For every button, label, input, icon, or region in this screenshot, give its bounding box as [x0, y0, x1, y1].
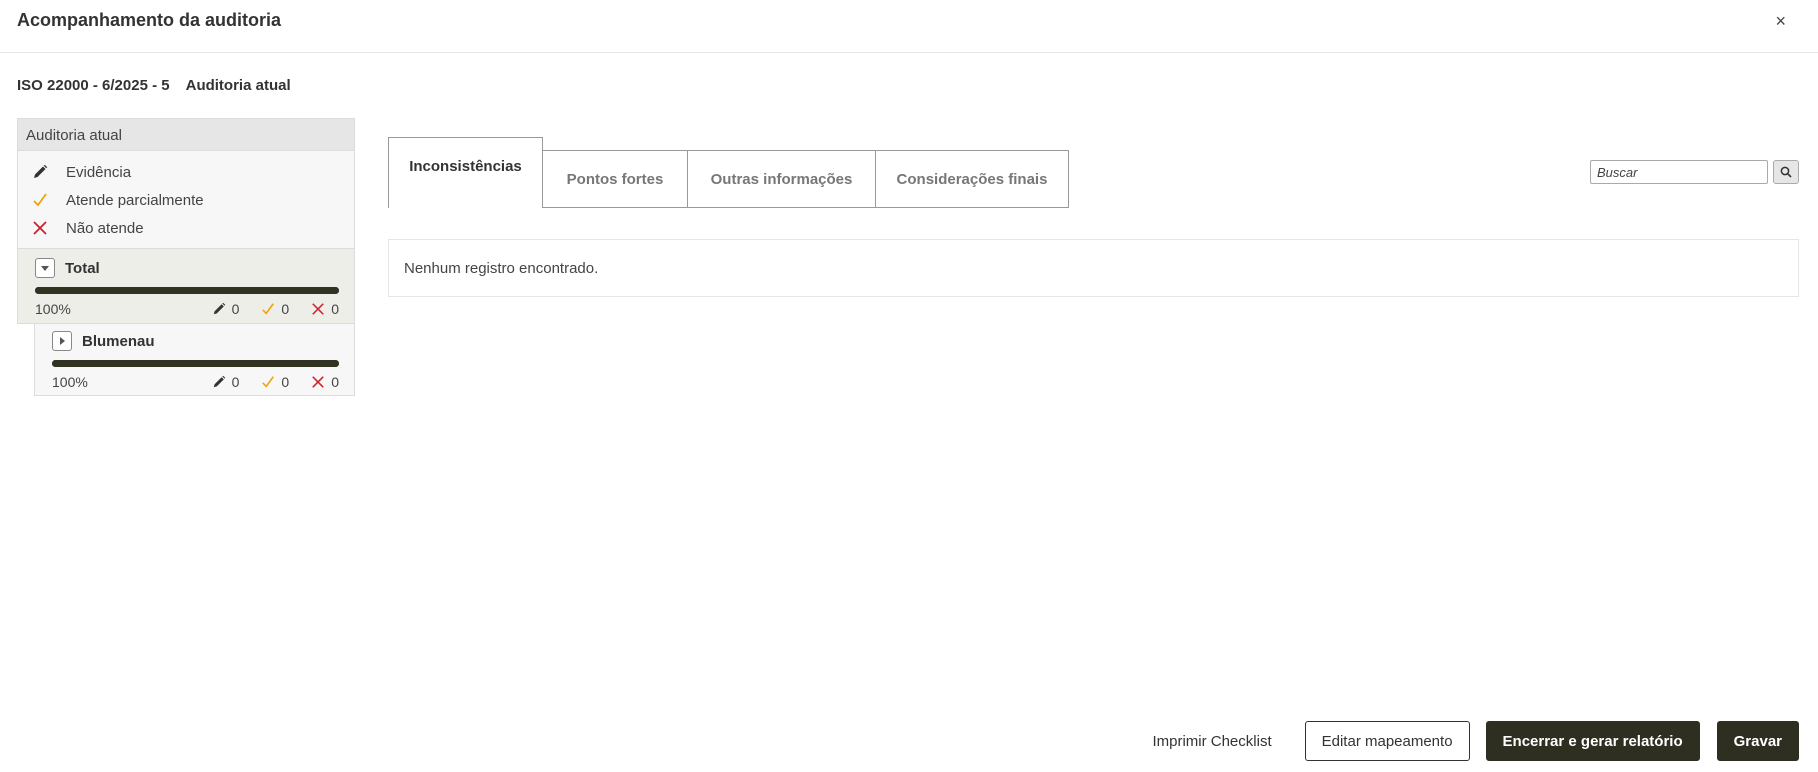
node-name: Total	[65, 259, 100, 277]
legend-item-partial: Atende parcialmente	[32, 186, 354, 214]
tab-outras-informacoes[interactable]: Outras informações	[687, 150, 876, 208]
legend-label: Atende parcialmente	[66, 191, 204, 209]
edit-mapping-button[interactable]: Editar mapeamento	[1304, 721, 1470, 761]
node-stats: 100% 0 0 0	[52, 373, 339, 391]
legend-item-fail: Não atende	[32, 214, 354, 242]
close-icon[interactable]: ×	[1775, 11, 1786, 31]
x-icon	[312, 376, 325, 388]
x-icon	[32, 220, 66, 236]
close-and-report-button[interactable]: Encerrar e gerar relatório	[1485, 721, 1700, 761]
panel-header: Auditoria atual	[17, 118, 355, 151]
progress-bar	[35, 287, 339, 294]
legend-label: Não atende	[66, 219, 144, 237]
tab-pontos-fortes[interactable]: Pontos fortes	[542, 150, 688, 208]
collapse-toggle-icon[interactable]	[35, 258, 55, 278]
fail-count: 0	[311, 301, 339, 317]
legend-item-evidence: Evidência	[32, 158, 354, 186]
audit-summary-panel: Auditoria atual Evidência Atende parcial…	[17, 118, 355, 396]
audit-subtitle: ISO 22000 - 6/2025 - 5 Auditoria atual	[17, 77, 291, 94]
partial-count: 0	[261, 374, 289, 390]
tab-inconsistencias[interactable]: Inconsistências	[388, 137, 543, 208]
node-blumenau: Blumenau 100% 0 0 0	[34, 324, 355, 396]
search-input[interactable]	[1590, 160, 1768, 184]
progress-fill	[52, 360, 339, 367]
check-icon	[262, 376, 275, 388]
pencil-icon	[213, 375, 225, 388]
percent-label: 100%	[52, 374, 88, 390]
percent-label: 100%	[35, 301, 71, 317]
search-icon	[1780, 166, 1792, 178]
evidence-count: 0	[212, 374, 239, 390]
results-area: Nenhum registro encontrado.	[388, 239, 1799, 297]
pencil-icon	[213, 302, 225, 315]
legend-label: Evidência	[66, 163, 132, 181]
tab-bar: Inconsistências Pontos fortes Outras inf…	[388, 137, 1069, 208]
audit-code: ISO 22000 - 6/2025 - 5	[17, 77, 170, 94]
check-icon	[32, 192, 66, 208]
empty-message: Nenhum registro encontrado.	[404, 260, 599, 277]
dialog-title: Acompanhamento da auditoria	[17, 10, 282, 30]
node-total: Total 100% 0 0 0	[17, 248, 355, 324]
check-icon	[262, 303, 275, 315]
print-checklist-button[interactable]: Imprimir Checklist	[1152, 733, 1271, 750]
expand-toggle-icon[interactable]	[52, 331, 72, 351]
x-icon	[312, 303, 325, 315]
pencil-icon	[32, 164, 66, 180]
dialog-footer: Imprimir Checklist Editar mapeamento Enc…	[1152, 721, 1799, 761]
save-button[interactable]: Gravar	[1716, 721, 1799, 761]
evidence-count: 0	[212, 301, 239, 317]
search-button[interactable]	[1773, 160, 1799, 184]
progress-bar	[52, 360, 339, 367]
fail-count: 0	[311, 374, 339, 390]
partial-count: 0	[261, 301, 289, 317]
progress-fill	[35, 287, 339, 294]
dialog-header: Acompanhamento da auditoria ×	[0, 0, 1818, 53]
legend: Evidência Atende parcialmente Não atende	[17, 151, 355, 248]
node-name: Blumenau	[82, 332, 155, 350]
audit-label: Auditoria atual	[185, 77, 291, 94]
node-stats: 100% 0 0 0	[35, 300, 339, 318]
tab-consideracoes-finais[interactable]: Considerações finais	[875, 150, 1069, 208]
